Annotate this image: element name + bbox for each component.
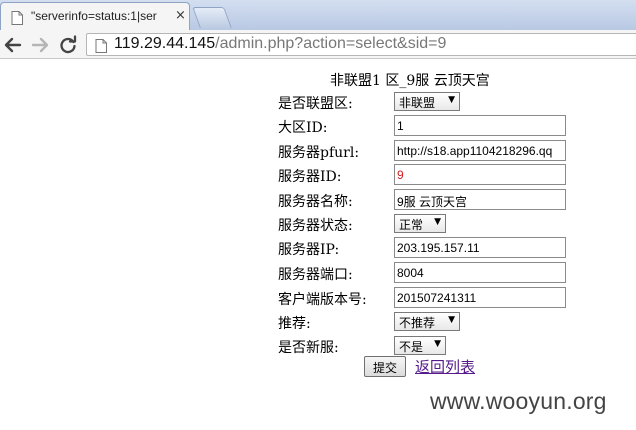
select-value: 不推荐 <box>399 316 436 330</box>
server-name-input[interactable]: 9服 云顶天宫 <box>394 189 566 210</box>
client-version-input[interactable]: 201507241311 <box>394 287 566 308</box>
form-row-server-ip: 服务器IP: 203.195.157.11 <box>278 237 578 259</box>
field-label: 大区ID: <box>278 120 328 136</box>
close-tab-icon[interactable]: × <box>175 8 186 23</box>
submit-button[interactable]: 提交 <box>364 356 406 377</box>
select-value: 非联盟 <box>399 96 436 110</box>
form-row-server-status: 服务器状态: 正常 ▼ <box>278 213 578 235</box>
form-row-new-server: 是否新服: 不是 ▼ <box>278 335 578 357</box>
url-text: 119.29.44.145/admin.php?action=select&si… <box>114 35 446 53</box>
chevron-down-icon: ▼ <box>434 339 441 349</box>
browser-toolbar: 119.29.44.145/admin.php?action=select&si… <box>0 30 636 59</box>
region-id-input[interactable]: 1 <box>394 115 566 136</box>
pfurl-input[interactable]: http://s18.app1104218296.qq <box>394 140 566 161</box>
form-row-client-version: 客户端版本号: 201507241311 <box>278 287 578 309</box>
chevron-down-icon: ▼ <box>448 315 455 325</box>
back-arrow-icon[interactable] <box>2 34 24 56</box>
field-label: 服务器ID: <box>278 169 342 185</box>
tab-strip: "serverinfo=status:1|ser × <box>0 0 636 30</box>
field-label: 是否新服: <box>278 340 339 356</box>
form-row-region-id: 大区ID: 1 <box>278 115 578 137</box>
field-label: 服务器状态: <box>278 218 353 234</box>
browser-tab[interactable]: "serverinfo=status:1|ser × <box>0 2 190 30</box>
chevron-down-icon: ▼ <box>448 95 455 105</box>
form-row-server-id: 服务器ID: 9 <box>278 164 578 186</box>
page-heading: 非联盟1 区_9服 云顶天宫 <box>330 73 490 89</box>
new-tab-button[interactable] <box>192 7 232 28</box>
address-bar[interactable]: 119.29.44.145/admin.php?action=select&si… <box>86 33 636 56</box>
field-label: 客户端版本号: <box>278 292 367 308</box>
field-label: 服务器IP: <box>278 242 340 258</box>
watermark: www.wooyun.org <box>430 388 607 414</box>
page-content: 非联盟1 区_9服 云顶天宫 是否联盟区: 非联盟 ▼ 大区ID: 1 服务器p… <box>0 59 636 430</box>
server-status-select[interactable]: 正常 ▼ <box>394 214 446 233</box>
field-label: 服务器pfurl: <box>278 145 360 161</box>
select-value: 正常 <box>399 218 424 232</box>
field-label: 服务器端口: <box>278 267 353 283</box>
reload-icon[interactable] <box>57 34 79 56</box>
server-id-input[interactable]: 9 <box>394 164 566 185</box>
recommend-select[interactable]: 不推荐 ▼ <box>394 312 460 331</box>
alliance-select[interactable]: 非联盟 ▼ <box>394 92 460 111</box>
tab-title: "serverinfo=status:1|ser <box>31 9 157 23</box>
back-to-list-link[interactable]: 返回列表 <box>415 356 475 377</box>
field-label: 是否联盟区: <box>278 96 353 112</box>
server-ip-input[interactable]: 203.195.157.11 <box>394 237 566 258</box>
page-icon <box>95 38 107 57</box>
field-label: 推荐: <box>278 316 311 332</box>
form-row-server-name: 服务器名称: 9服 云顶天宫 <box>278 189 578 211</box>
server-port-input[interactable]: 8004 <box>394 262 566 283</box>
select-value: 不是 <box>399 340 424 354</box>
url-host: 119.29.44.145 <box>114 35 216 52</box>
new-server-select[interactable]: 不是 ▼ <box>394 336 446 355</box>
form-row-pfurl: 服务器pfurl: http://s18.app1104218296.qq <box>278 140 578 162</box>
form-row-server-port: 服务器端口: 8004 <box>278 262 578 284</box>
chevron-down-icon: ▼ <box>434 217 441 227</box>
page-icon <box>11 10 23 29</box>
field-label: 服务器名称: <box>278 194 353 210</box>
url-path: /admin.php?action=select&sid=9 <box>215 35 447 52</box>
form-row-alliance: 是否联盟区: 非联盟 ▼ <box>278 91 578 113</box>
forward-arrow-icon[interactable] <box>29 34 51 56</box>
form-row-recommend: 推荐: 不推荐 ▼ <box>278 311 578 333</box>
